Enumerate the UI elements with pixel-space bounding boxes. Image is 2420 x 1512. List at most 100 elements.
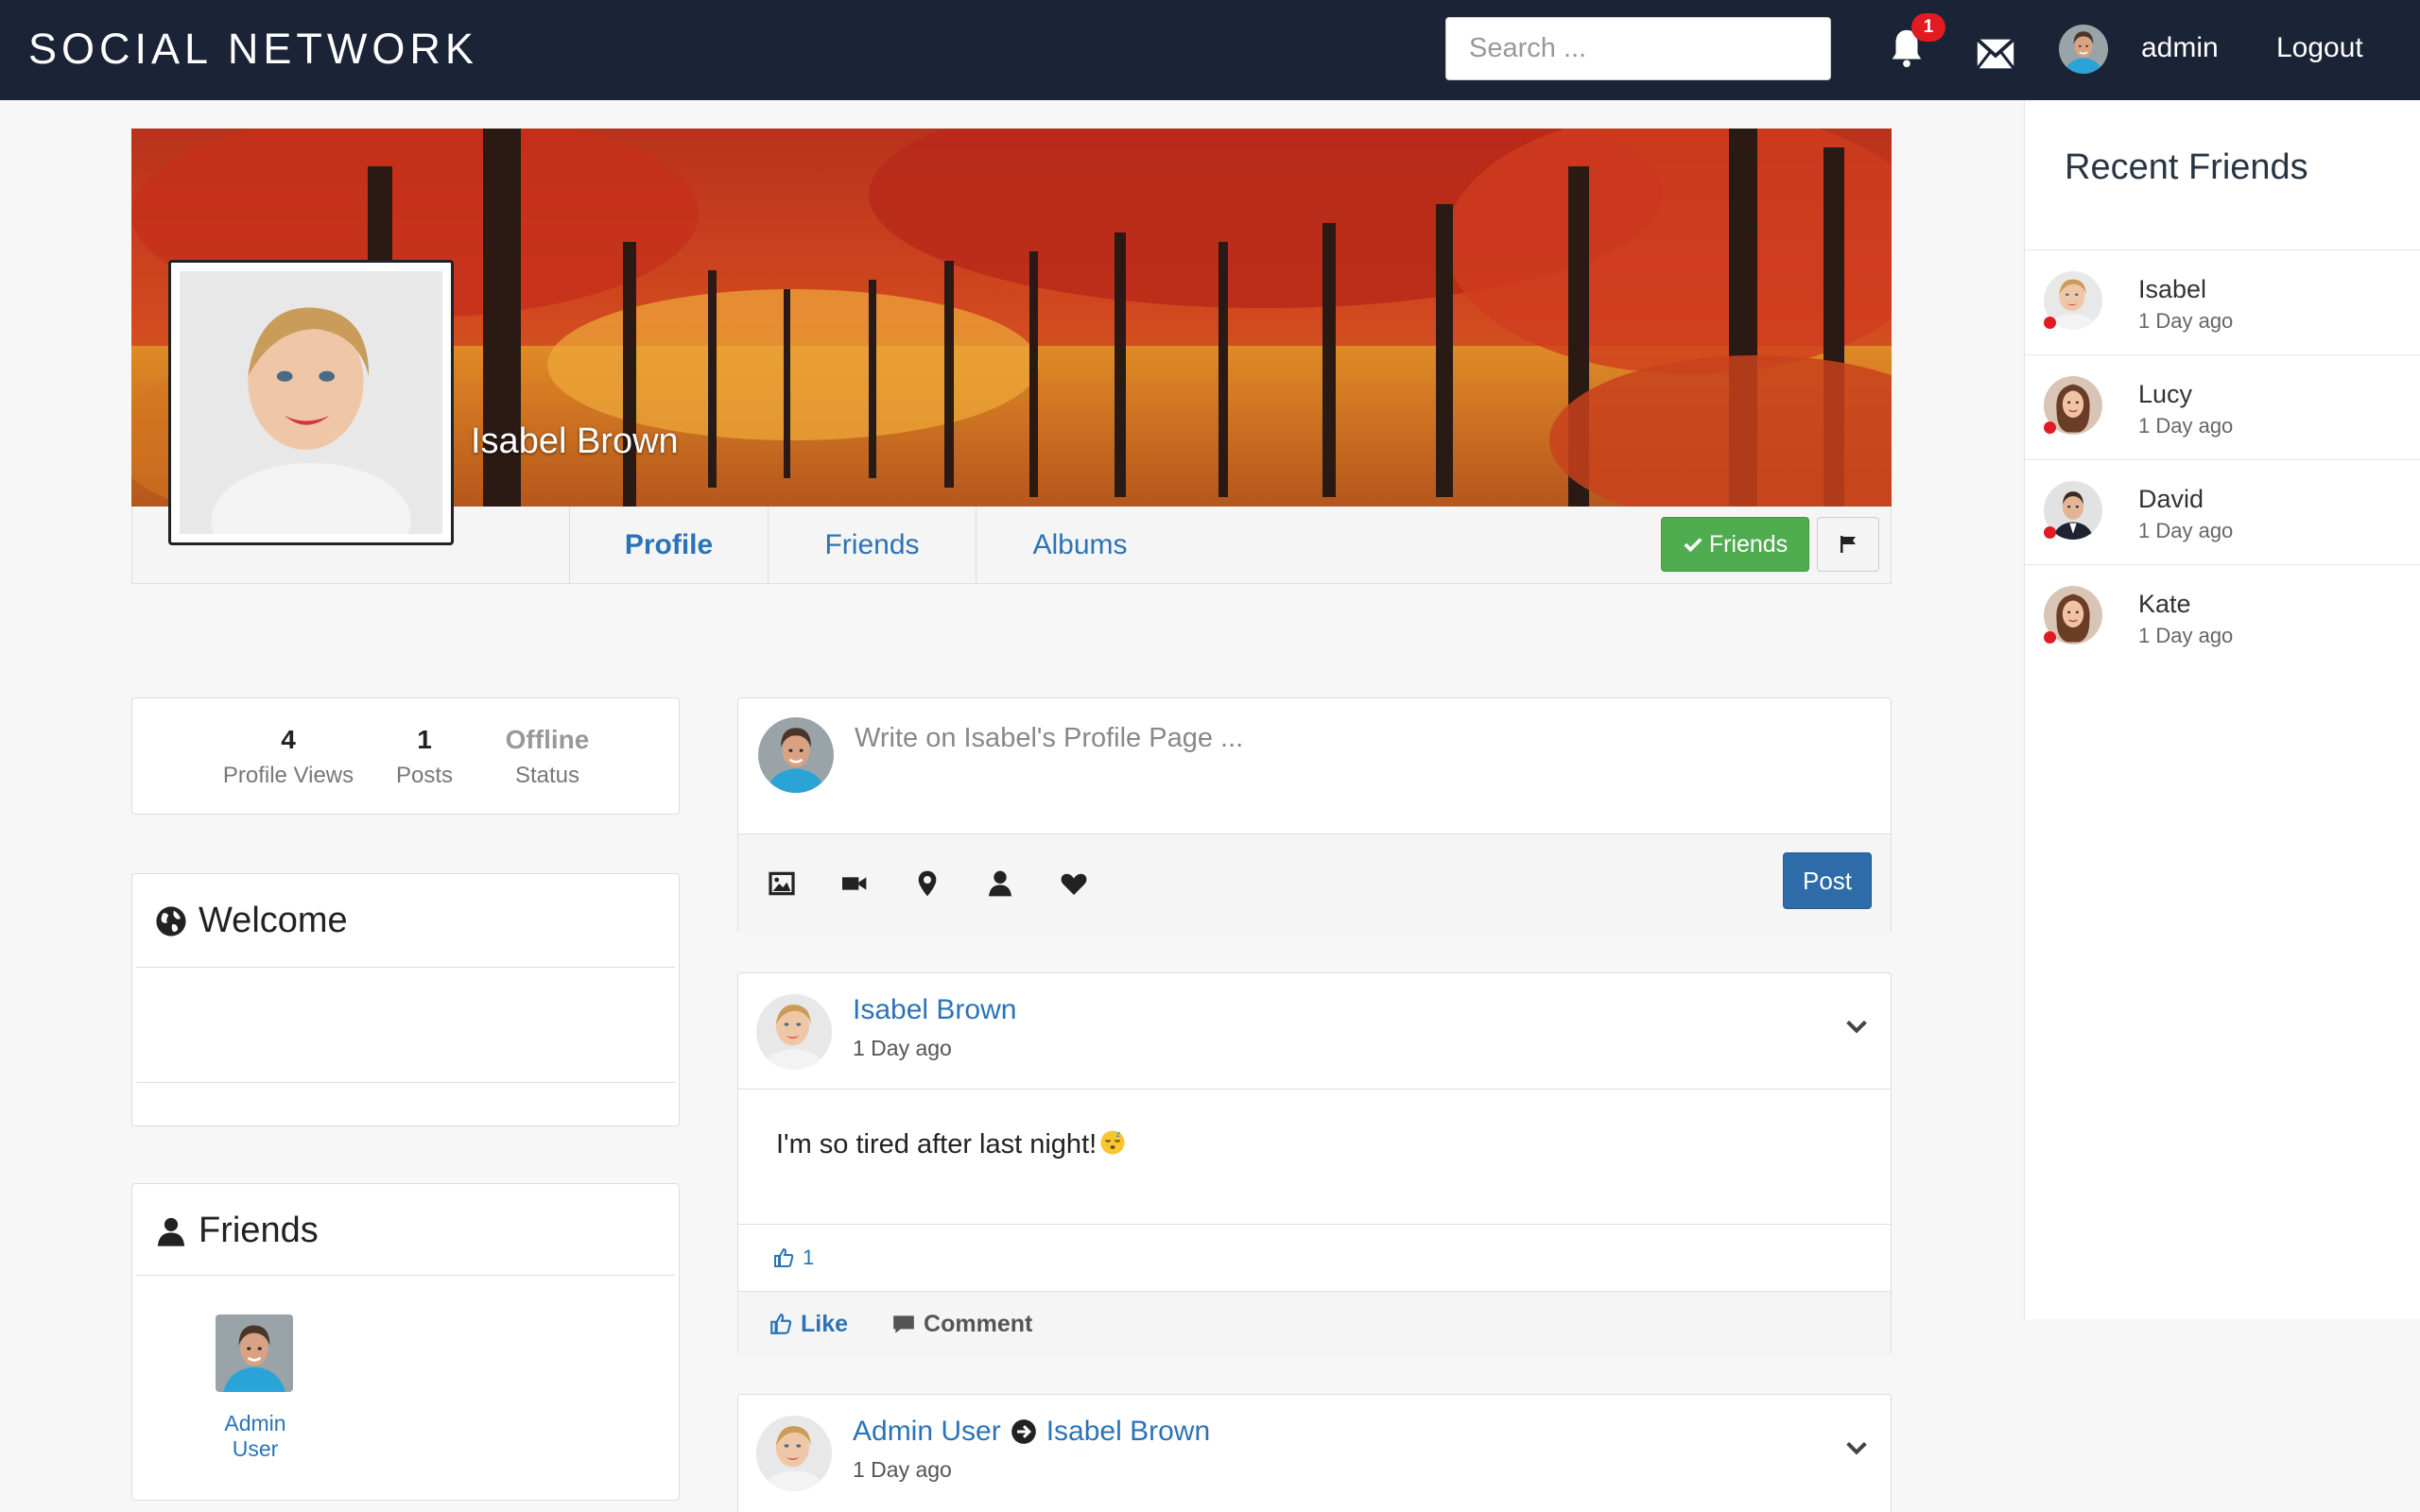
composer-input[interactable]: Write on Isabel's Profile Page ... xyxy=(855,723,1243,754)
recent-friend-item[interactable]: David 1 Day ago xyxy=(2025,459,2420,564)
friend-name: Isabel xyxy=(2138,275,2207,303)
divider xyxy=(136,967,675,968)
offline-status-dot xyxy=(2044,631,2056,644)
friends-title-text: Friends xyxy=(199,1211,319,1250)
friend-avatar[interactable] xyxy=(216,1314,293,1392)
post-like-count[interactable]: 1 xyxy=(738,1224,1891,1292)
post-card: Admin User Isabel Brown 1 Day ago xyxy=(737,1394,1892,1512)
post-author-link: Admin User Isabel Brown xyxy=(853,1416,1210,1448)
post-timestamp: 1 Day ago xyxy=(853,1036,952,1060)
welcome-card: Welcome xyxy=(131,873,680,1126)
sidebar-title: Recent Friends xyxy=(2065,147,2308,187)
recent-friend-item[interactable]: Isabel 1 Day ago xyxy=(2025,249,2420,354)
welcome-title-text: Welcome xyxy=(199,901,348,940)
friends-title: Friends xyxy=(155,1211,319,1251)
recent-friend-item[interactable]: Kate 1 Day ago xyxy=(2025,564,2420,669)
post-author-link[interactable]: Isabel Brown xyxy=(853,994,1016,1026)
post-actions: Like Comment xyxy=(738,1292,1891,1356)
divider xyxy=(136,1275,675,1276)
stat-status: Offline Status xyxy=(486,725,609,789)
photo-icon[interactable] xyxy=(767,868,797,899)
stat-posts: 1 Posts xyxy=(382,725,467,789)
flag-icon xyxy=(1841,536,1856,553)
thumbs-up-icon xyxy=(774,1247,794,1267)
profile-name: Isabel Brown xyxy=(471,421,679,461)
like-button[interactable]: Like xyxy=(769,1311,848,1338)
stat-label: Posts xyxy=(395,763,454,788)
post-timestamp: 1 Day ago xyxy=(853,1457,952,1482)
search-input[interactable] xyxy=(1445,17,1831,80)
mail-icon[interactable] xyxy=(1974,32,2017,76)
notification-badge: 1 xyxy=(1911,13,1945,42)
comment-button[interactable]: Comment xyxy=(891,1311,1032,1338)
svg-text:z: z xyxy=(1116,1130,1121,1140)
friend-time: 1 Day ago xyxy=(2138,519,2234,542)
arrow-right-circle-icon xyxy=(1011,1419,1036,1444)
check-icon xyxy=(1684,538,1703,553)
post-target-name[interactable]: Isabel Brown xyxy=(1046,1416,1210,1448)
thumbs-up-icon xyxy=(770,1314,792,1334)
tab-profile[interactable]: Profile xyxy=(569,507,768,584)
stat-label: Status xyxy=(514,763,580,788)
stat-profile-views: 4 Profile Views xyxy=(217,725,359,789)
stat-value: Offline xyxy=(505,725,590,754)
stat-value: 4 xyxy=(281,725,296,754)
user-icon xyxy=(157,1217,185,1246)
comment-icon xyxy=(893,1315,914,1333)
divider xyxy=(136,1082,675,1083)
friend-time: 1 Day ago xyxy=(2138,309,2234,333)
friends-card: Friends Admin User xyxy=(131,1183,680,1501)
post-button[interactable]: Post xyxy=(1783,852,1872,909)
recent-friends-sidebar: Recent Friends Isabel 1 Day ago Lucy 1 D… xyxy=(2024,100,2420,1319)
location-icon[interactable] xyxy=(912,868,942,899)
like-label: Like xyxy=(801,1310,849,1337)
globe-icon xyxy=(156,905,186,936)
post-card: Isabel Brown 1 Day ago I'm so tired afte… xyxy=(737,972,1892,1356)
friends-button-label: Friends xyxy=(1708,530,1789,558)
post-text: I'm so tired after last night! xyxy=(776,1129,1098,1160)
welcome-title: Welcome xyxy=(155,901,348,941)
stat-label: Profile Views xyxy=(222,763,354,788)
username-link[interactable]: admin xyxy=(2141,32,2219,64)
logout-link[interactable]: Logout xyxy=(2276,32,2363,64)
tag-person-icon[interactable] xyxy=(985,868,1015,899)
offline-status-dot xyxy=(2044,317,2056,329)
composer-toolbar: Post xyxy=(738,833,1891,934)
like-count-value: 1 xyxy=(803,1246,815,1269)
friend-time: 1 Day ago xyxy=(2138,624,2234,647)
post-body: I'm so tired after last night! z xyxy=(776,1128,1127,1160)
video-icon[interactable] xyxy=(838,868,869,899)
heart-icon[interactable] xyxy=(1059,868,1089,899)
tab-friends[interactable]: Friends xyxy=(768,507,976,584)
post-author-name[interactable]: Admin User xyxy=(853,1416,1001,1448)
post-author-name[interactable]: Isabel Brown xyxy=(853,994,1016,1026)
recent-friends-list: Isabel 1 Day ago Lucy 1 Day ago David 1 … xyxy=(2025,249,2420,669)
friend-name: David xyxy=(2138,485,2204,513)
friend-name: Kate xyxy=(2138,590,2191,618)
brand-logo[interactable]: SOCIAL NETWORK xyxy=(28,25,478,74)
friend-name: Lucy xyxy=(2138,380,2193,408)
friends-button[interactable]: Friends xyxy=(1661,517,1809,572)
comment-label: Comment xyxy=(924,1310,1033,1337)
profile-tabs: Profile Friends Albums xyxy=(569,507,1184,584)
offline-status-dot xyxy=(2044,526,2056,539)
friend-time: 1 Day ago xyxy=(2138,414,2234,438)
post-author-avatar[interactable] xyxy=(756,1416,832,1491)
chevron-down-icon[interactable] xyxy=(1843,1435,1870,1461)
profile-photo[interactable] xyxy=(168,260,454,545)
post-header: Isabel Brown 1 Day ago xyxy=(738,973,1891,1090)
offline-status-dot xyxy=(2044,421,2056,434)
recent-friend-item[interactable]: Lucy 1 Day ago xyxy=(2025,354,2420,459)
report-button[interactable] xyxy=(1817,517,1879,572)
stat-value: 1 xyxy=(417,725,432,754)
top-navbar: SOCIAL NETWORK 1 admin Logout xyxy=(0,0,2420,100)
profile-stats: 4 Profile Views 1 Posts Offline Status xyxy=(131,697,680,815)
composer-avatar xyxy=(758,717,834,793)
chevron-down-icon[interactable] xyxy=(1843,1013,1870,1040)
tab-albums[interactable]: Albums xyxy=(976,507,1184,584)
user-avatar[interactable] xyxy=(2059,25,2108,74)
friend-name-link[interactable]: Admin User xyxy=(199,1411,312,1462)
post-author-avatar[interactable] xyxy=(756,994,832,1070)
post-composer: Write on Isabel's Profile Page ... Post xyxy=(737,697,1892,934)
sleepy-emoji-icon: z xyxy=(1100,1130,1125,1155)
